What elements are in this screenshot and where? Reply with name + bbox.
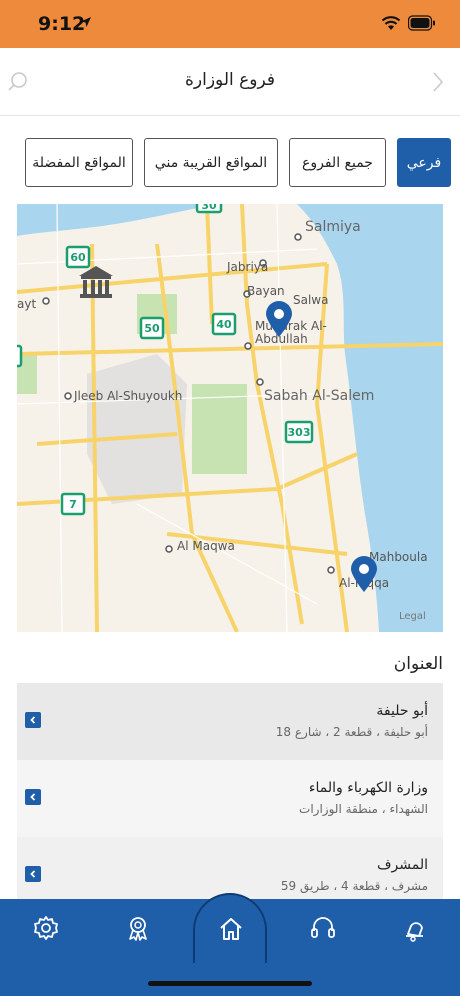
map-label-mahboula: Mahboula	[369, 550, 428, 564]
address-detail: مشرف ، قطعة 4 ، طريق 59	[280, 879, 428, 893]
map-label-salmiya: Salmiya	[305, 219, 361, 235]
map-label-sabah: Sabah Al-Salem	[264, 388, 374, 404]
branches-map[interactable]: Salmiya Jabriya Bayan Salwa Mubarak Al- …	[17, 204, 443, 632]
svg-text:60: 60	[70, 251, 86, 264]
road-shield: 60	[65, 245, 91, 269]
svg-text:303: 303	[288, 426, 311, 439]
map-label-jabriya: Jabriya	[226, 260, 268, 274]
map-label-mubarak: Mubarak Al-	[255, 319, 327, 333]
address-name: وزارة الكهرباء والماء	[308, 780, 428, 796]
address-detail: أبو حليفة ، قطعة 2 ، شارع 18	[275, 725, 428, 739]
filter-favorites-button[interactable]: المواقع المفضلة	[25, 138, 133, 187]
address-name: المشرف	[377, 857, 428, 873]
home-icon[interactable]	[217, 915, 245, 943]
address-detail: الشهداء ، منطقة الوزارات	[299, 802, 428, 816]
road-shield: 303	[284, 420, 314, 444]
chevron-left-icon[interactable]	[25, 712, 41, 728]
status-bar: 9:12	[0, 0, 460, 48]
address-list-item[interactable]: أبو حليفة أبو حليفة ، قطعة 2 ، شارع 18	[17, 683, 443, 760]
place-dot	[256, 378, 264, 386]
place-dot	[244, 342, 252, 350]
filter-all-branches-button[interactable]: جميع الفروع	[289, 138, 386, 187]
map-legal-link: Legal	[399, 611, 426, 622]
wifi-icon	[381, 16, 401, 30]
map-label-jleeb: Jleeb Al-Shuyoukh	[73, 389, 182, 403]
svg-text:40: 40	[216, 318, 232, 331]
headset-icon[interactable]	[308, 913, 338, 943]
address-list: أبو حليفة أبو حليفة ، قطعة 2 ، شارع 18 و…	[17, 683, 443, 914]
address-name: أبو حليفة	[376, 703, 428, 719]
status-time: 9:12	[38, 13, 86, 35]
address-list-item[interactable]: وزارة الكهرباء والماء الشهداء ، منطقة ال…	[17, 760, 443, 837]
road-shield: 50	[139, 316, 165, 340]
map-label-ayt: ayt	[17, 297, 36, 311]
home-indicator	[148, 981, 312, 986]
chevron-left-icon[interactable]	[25, 866, 41, 882]
place-dot	[294, 233, 302, 241]
chevron-right-icon[interactable]	[430, 70, 446, 94]
place-dot	[64, 392, 72, 400]
road-shield: 7	[60, 492, 86, 516]
place-dot	[42, 297, 50, 305]
svg-text:30: 30	[201, 204, 217, 212]
map-label-salwa: Salwa	[293, 293, 328, 307]
road-shield-partial	[17, 344, 23, 368]
map-label-bayan: Bayan	[247, 284, 285, 298]
chevron-left-icon[interactable]	[25, 789, 41, 805]
svg-text:50: 50	[144, 322, 160, 335]
filter-bar: فرعي جميع الفروع المواقع القريبة مني الم…	[0, 138, 460, 188]
map-label-abdullah: Abdullah	[255, 332, 308, 346]
location-arrow-icon	[81, 17, 91, 27]
tab-home[interactable]	[193, 893, 267, 963]
bell-icon[interactable]	[400, 913, 430, 943]
award-icon[interactable]	[123, 913, 153, 943]
road-shield: 30	[195, 204, 223, 214]
filter-nearby-button[interactable]: المواقع القريبة مني	[144, 138, 278, 187]
page-title: فروع الوزارة	[185, 70, 275, 90]
road-shield: 40	[211, 312, 237, 336]
place-dot	[165, 545, 173, 553]
gear-icon[interactable]	[31, 913, 61, 943]
battery-icon	[408, 15, 435, 31]
filter-my-branch-button[interactable]: فرعي	[397, 138, 451, 187]
svg-text:7: 7	[69, 498, 77, 511]
place-dot	[327, 566, 335, 574]
address-section-title: العنوان	[393, 654, 443, 674]
map-label-maqwa: Al Maqwa	[177, 539, 235, 553]
nav-header: فروع الوزارة	[0, 48, 460, 116]
